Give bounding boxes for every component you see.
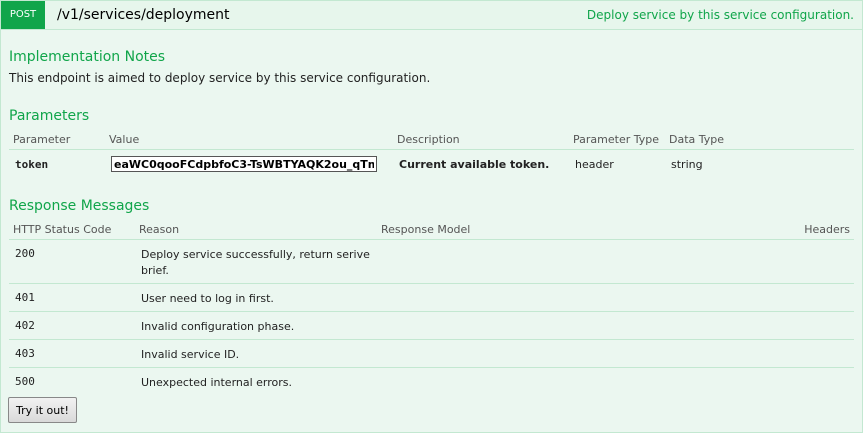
parameters-title: Parameters [9,108,90,124]
operation-panel: POST /v1/services/deployment Deploy serv… [0,0,863,433]
response-model-cell [377,240,766,284]
implementation-notes-title: Implementation Notes [9,49,166,65]
column-header: Value [105,129,393,150]
table-row: 500 Unexpected internal errors. [9,368,854,396]
endpoint-path[interactable]: /v1/services/deployment [57,1,230,29]
response-model-cell [377,312,766,340]
parameter-value-cell [105,150,393,179]
column-header: Parameter [9,129,105,150]
response-headers-cell [766,340,854,368]
parameter-name: token [15,157,49,171]
status-code: 500 [15,375,35,388]
status-code: 200 [15,247,35,260]
table-row: 200 Deploy service successfully, return … [9,240,854,284]
table-row: 401 User need to log in first. [9,284,854,312]
parameters-header-row: Parameter Value Description Parameter Ty… [9,129,854,150]
responses-header-row: HTTP Status Code Reason Response Model H… [9,219,854,240]
status-reason: User need to log in first. [141,292,274,305]
response-headers-cell [766,368,854,396]
column-header: Headers [766,219,854,240]
column-header: Description [393,129,569,150]
http-method-badge[interactable]: POST [1,1,45,29]
status-reason: Invalid service ID. [141,348,240,361]
implementation-notes-text: This endpoint is aimed to deploy service… [9,71,431,85]
response-headers-cell [766,240,854,284]
try-it-out-button[interactable]: Try it out! [8,397,77,423]
column-header: Response Model [377,219,766,240]
parameter-description: Current available token. [399,157,550,171]
status-code: 402 [15,319,35,332]
token-input[interactable] [111,156,377,172]
status-reason: Invalid configuration phase. [141,320,295,333]
status-code: 401 [15,291,35,304]
operation-heading[interactable]: POST /v1/services/deployment Deploy serv… [1,1,862,30]
status-reason: Deploy service successfully, return seri… [141,248,370,277]
response-model-cell [377,284,766,312]
parameters-table: Parameter Value Description Parameter Ty… [9,129,854,178]
parameter-data-type: string [671,157,703,171]
column-header: HTTP Status Code [9,219,135,240]
parameter-type: header [575,157,614,171]
table-row: 402 Invalid configuration phase. [9,312,854,340]
response-headers-cell [766,312,854,340]
parameter-row: token Current available token. header st… [9,150,854,179]
response-model-cell [377,368,766,396]
response-messages-title: Response Messages [9,198,150,214]
column-header: Parameter Type [569,129,665,150]
column-header: Reason [135,219,377,240]
table-row: 403 Invalid service ID. [9,340,854,368]
status-code: 403 [15,347,35,360]
column-header: Data Type [665,129,854,150]
endpoint-summary[interactable]: Deploy service by this service configura… [587,1,854,29]
response-headers-cell [766,284,854,312]
response-messages-table: HTTP Status Code Reason Response Model H… [9,219,854,396]
status-reason: Unexpected internal errors. [141,376,293,389]
response-model-cell [377,340,766,368]
